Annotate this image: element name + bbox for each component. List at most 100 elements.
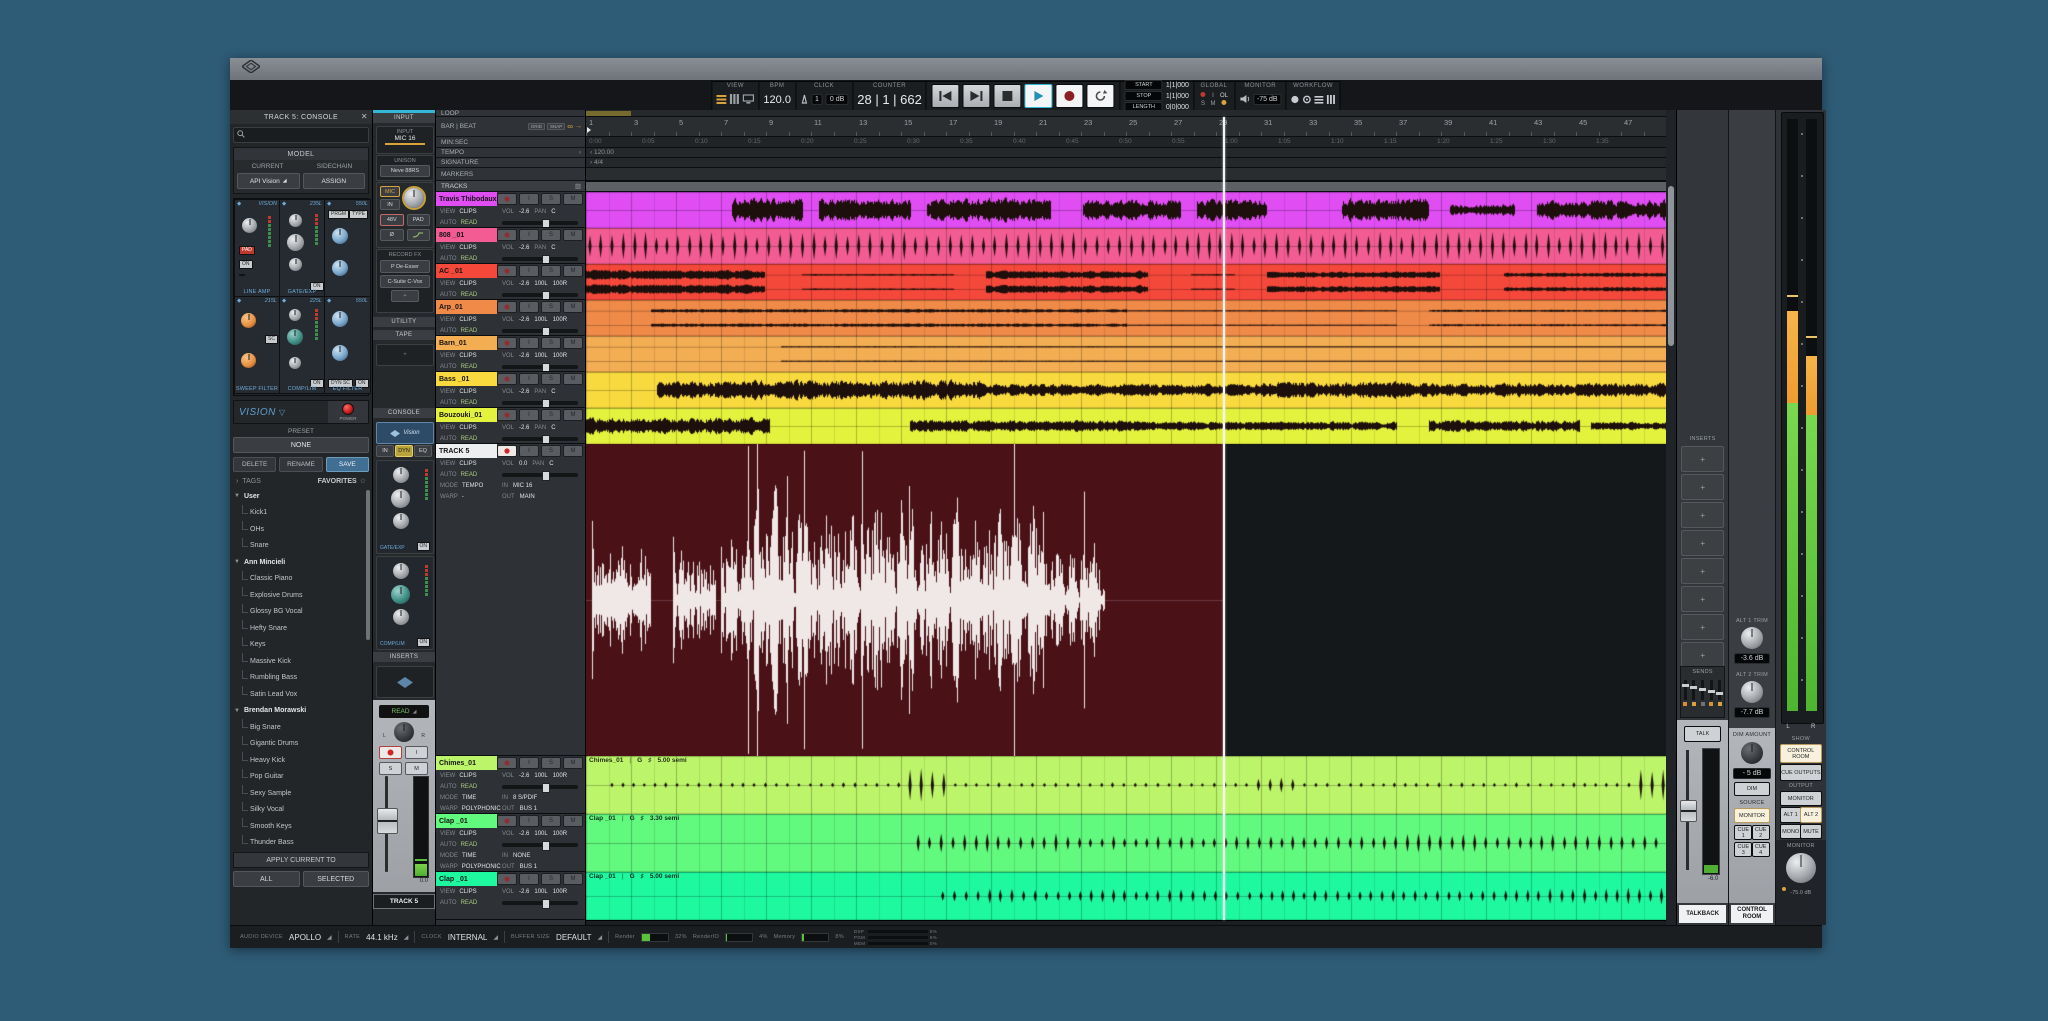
sidechain-assign-button[interactable]: ASSIGN (303, 173, 366, 189)
strip-knob[interactable] (242, 218, 257, 233)
track-header[interactable]: TRACK 5 ISMVIEWCLIPS VOL0.0PANCAUTOREAD … (436, 444, 585, 756)
mute-button[interactable]: M (405, 762, 428, 775)
console-vision-button[interactable]: Vision (376, 422, 434, 444)
cue4-button[interactable]: CUE 4 (1752, 842, 1770, 857)
dim-button[interactable]: DIM (1734, 782, 1769, 796)
strip-knob[interactable] (332, 345, 348, 361)
track-header[interactable]: AC _01 ISMVIEWCLIPS VOL-2.6100L100RAUTOR… (436, 264, 585, 300)
arrange-lane-1[interactable] (586, 192, 1666, 228)
power-button[interactable]: POWER (328, 401, 368, 423)
show-control-room-button[interactable]: CONTROL ROOM (1780, 744, 1822, 763)
volume-slider[interactable] (502, 401, 578, 405)
pan-knob[interactable] (394, 722, 414, 742)
monitor-level-knob[interactable] (1786, 853, 1816, 883)
rate-value[interactable]: 44.1 kHz (366, 933, 398, 942)
track-header[interactable]: Travis Thibodaux_01 ISMVIEWCLIPS VOL-2.6… (436, 192, 585, 228)
volume-slider[interactable] (502, 785, 578, 789)
volume-slider[interactable] (502, 437, 578, 441)
go-to-start-button[interactable] (932, 84, 960, 108)
play-button[interactable] (1025, 84, 1053, 108)
strip-chip-button[interactable]: TYPE (349, 210, 368, 219)
pad-button[interactable]: PAD (407, 214, 431, 226)
preset-item[interactable]: Explosive Drums (234, 587, 370, 604)
strip-chip-button[interactable]: ON (239, 260, 253, 269)
metronome-icon[interactable] (800, 91, 808, 109)
mixer-view-icon[interactable] (729, 91, 739, 109)
snap-button[interactable]: SNAP (547, 123, 565, 130)
strip-chip-button[interactable] (239, 274, 245, 276)
output-monitor-button[interactable]: MONITOR (1780, 791, 1822, 806)
record-arm-button[interactable] (497, 757, 517, 769)
arrange-lane-5[interactable] (586, 336, 1666, 372)
preset-item[interactable]: Snare (234, 538, 370, 555)
console-view-icon[interactable] (742, 91, 754, 109)
mute-button[interactable]: M (563, 301, 583, 313)
output-alt2-button[interactable]: ALT 2 (1800, 807, 1822, 823)
record-fx-slot-1[interactable]: P De-Esser (380, 260, 430, 273)
tempo-label-row[interactable]: TEMPO› (436, 148, 585, 158)
solo-button[interactable]: S (541, 445, 561, 457)
loop-label-row[interactable]: LOOP (436, 110, 585, 117)
loop-lane[interactable] (586, 110, 1666, 117)
preset-search[interactable] (233, 127, 369, 143)
strip-knob[interactable] (289, 357, 301, 369)
arrange-lane-3[interactable] (586, 264, 1666, 300)
list-view-icon[interactable] (716, 91, 726, 109)
strip-knob[interactable] (332, 311, 348, 327)
strip-knob[interactable] (332, 260, 348, 276)
record-arm-button[interactable] (497, 815, 517, 827)
strip-chip-button[interactable]: PAD (239, 246, 255, 255)
arrange-lane-9[interactable]: Chimes_01|G♯5.00 semi (586, 756, 1666, 814)
tape-add-slot[interactable]: + (376, 344, 434, 366)
workflow-list-icon[interactable] (1315, 91, 1324, 109)
send-mini-fader[interactable] (1684, 680, 1687, 700)
api-vision-strip-graphic[interactable]: VISION◆PADONLINE AMP235L◆ONGATE/EXP550L◆… (233, 198, 369, 396)
lane-canvas[interactable] (586, 300, 1666, 336)
phantom-48v-button[interactable]: 48V (380, 214, 404, 226)
strip-knob[interactable] (289, 309, 301, 321)
tab-dyn[interactable]: DYN (395, 445, 413, 457)
apply-selected-button[interactable]: SELECTED (303, 871, 370, 887)
volume-slider[interactable] (502, 329, 578, 333)
master-insert-slot[interactable]: + (1681, 474, 1724, 500)
focus-track-name[interactable]: TRACK 5 (373, 894, 435, 909)
input-monitor-button[interactable]: I (519, 815, 539, 827)
preset-item[interactable]: Hefty Snare (234, 620, 370, 637)
master-insert-slot[interactable]: + (1681, 502, 1724, 528)
mute-button[interactable]: M (563, 409, 583, 421)
volume-fader-handle[interactable] (377, 808, 398, 834)
automation-mode-button[interactable]: READ◢ (379, 705, 429, 718)
global-dim-indicator[interactable] (1218, 100, 1230, 107)
solo-button[interactable]: S (541, 373, 561, 385)
send-mini-fader[interactable] (1710, 680, 1713, 700)
workflow-overview-icon[interactable] (1303, 91, 1312, 109)
scrollbar-thumb[interactable] (1668, 186, 1674, 346)
tempo-expand-icon[interactable]: › (579, 149, 585, 156)
solo-button[interactable]: S (541, 873, 561, 885)
lane-canvas[interactable] (586, 814, 1666, 872)
mono-button[interactable]: MONO (1780, 824, 1802, 839)
master-insert-slot[interactable]: + (1681, 586, 1724, 612)
markers-ruler[interactable] (586, 168, 1666, 181)
mute-button[interactable]: M (563, 193, 583, 205)
talkback-fader-handle[interactable] (1680, 800, 1697, 822)
save-preset-button[interactable]: SAVE (326, 457, 369, 472)
apply-all-button[interactable]: ALL (233, 871, 300, 887)
track-header[interactable]: 808 _01 ISMVIEWCLIPS VOL-2.6PANCAUTOREAD (436, 228, 585, 264)
monitor-level-display[interactable]: -75 dB (1253, 94, 1282, 105)
send-mini-fader[interactable] (1718, 680, 1721, 700)
search-input[interactable] (248, 131, 365, 140)
delete-preset-button[interactable]: DELETE (233, 457, 276, 472)
gate-module[interactable]: GATE/EXP ON (376, 460, 434, 554)
lane-canvas[interactable] (586, 408, 1666, 444)
master-insert-slot[interactable]: + (1681, 614, 1724, 640)
add-record-fx-button[interactable]: + (391, 290, 419, 302)
solo-button[interactable]: S (541, 815, 561, 827)
comp-module[interactable]: COMP/LIM ON (376, 556, 434, 650)
volume-slider[interactable] (502, 221, 578, 225)
arrange-lane-8[interactable] (586, 444, 1666, 756)
solo-button[interactable]: S (379, 762, 402, 775)
preset-item[interactable]: Smooth Keys (234, 818, 370, 835)
master-insert-slot[interactable]: + (1681, 530, 1724, 556)
solo-button[interactable]: S (541, 301, 561, 313)
